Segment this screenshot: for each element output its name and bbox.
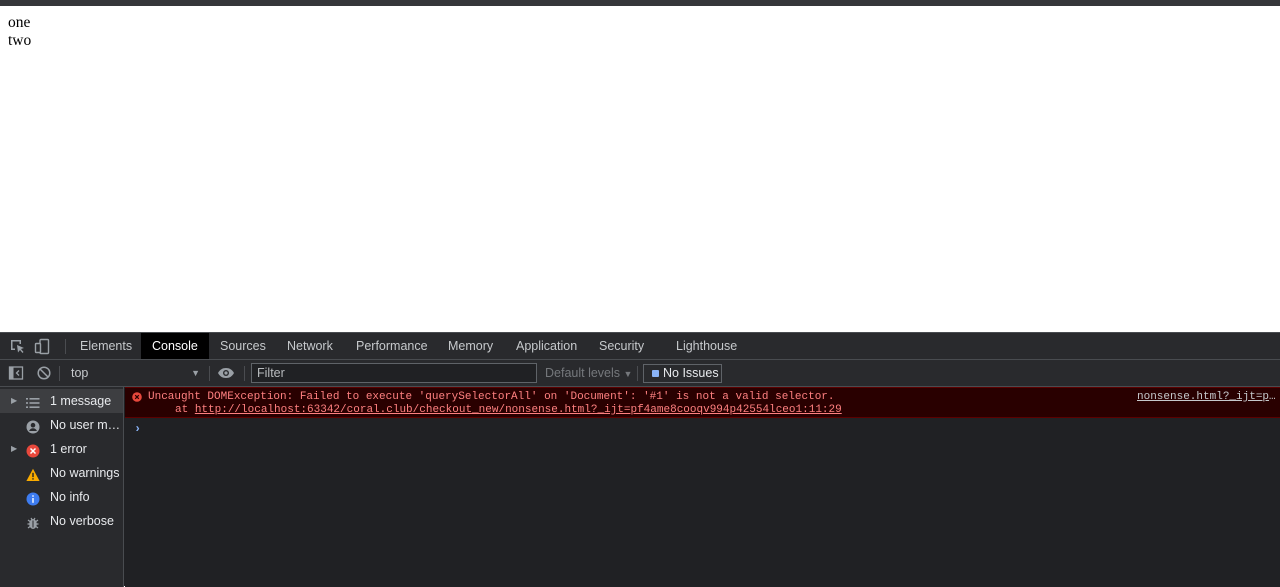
console-messages: Uncaught DOMException: Failed to execute…	[125, 387, 1280, 587]
context-selector[interactable]: top ▼	[64, 364, 206, 382]
issues-button[interactable]: No Issues	[643, 364, 722, 383]
error-icon	[132, 392, 142, 402]
tab-console[interactable]: Console	[141, 333, 209, 359]
page-line-one: one	[8, 14, 31, 31]
sidebar-item-label: 1 message	[50, 394, 112, 408]
sidebar-item-info[interactable]: No info	[0, 485, 123, 509]
tab-security[interactable]: Security	[588, 333, 655, 359]
sidebar-item-label: No info	[50, 490, 90, 504]
chevron-down-icon: ▼	[623, 369, 633, 379]
sidebar-item-messages[interactable]: ▶ 1 message	[0, 389, 123, 413]
toolbar-separator	[244, 366, 245, 381]
sidebar-item-user-messages[interactable]: No user me…	[0, 413, 123, 437]
issues-flag-icon	[652, 370, 659, 377]
toolbar-separator	[209, 366, 210, 381]
toolbar-separator	[59, 366, 60, 381]
info-icon	[26, 490, 40, 506]
expand-triangle-icon[interactable]: ▶	[11, 389, 17, 413]
error-icon	[26, 442, 40, 458]
sidebar-toggle-icon[interactable]	[8, 365, 24, 381]
devtools-panel: Elements Console Sources Network Perform…	[0, 332, 1280, 587]
page-content: one two	[8, 14, 31, 50]
browser-top-bar	[0, 0, 1280, 6]
sidebar-item-errors[interactable]: ▶ 1 error	[0, 437, 123, 461]
list-icon	[26, 394, 40, 408]
console-toolbar: top ▼ Default levels ▼ No Issues	[0, 360, 1280, 387]
device-toolbar-icon[interactable]	[34, 338, 51, 355]
eye-icon[interactable]	[217, 366, 234, 382]
filter-input[interactable]	[251, 363, 537, 383]
toolbar-separator	[637, 366, 638, 381]
bug-icon	[26, 514, 40, 529]
stack-at-prefix: at	[175, 404, 189, 416]
error-text: Uncaught DOMException: Failed to execute…	[148, 391, 835, 403]
tab-lighthouse[interactable]: Lighthouse	[665, 333, 748, 359]
stack-url-link[interactable]: http://localhost:63342/coral.club/checko…	[195, 404, 842, 416]
sidebar-item-label: No verbose	[50, 514, 114, 528]
page-line-two: two	[8, 32, 32, 49]
log-levels-label: Default levels	[545, 366, 621, 380]
inspect-element-icon[interactable]	[9, 338, 26, 355]
user-icon	[26, 418, 40, 434]
tab-memory[interactable]: Memory	[437, 333, 504, 359]
sidebar-item-label: No user me…	[50, 418, 123, 432]
error-source-link[interactable]: nonsense.html?_ijt=p…c	[1137, 391, 1280, 404]
devtools-tab-bar: Elements Console Sources Network Perform…	[0, 333, 1280, 360]
tab-network[interactable]: Network	[276, 333, 344, 359]
tab-application[interactable]: Application	[505, 333, 588, 359]
tab-performance[interactable]: Performance	[345, 333, 439, 359]
issues-label: No Issues	[663, 366, 719, 380]
context-value: top	[71, 366, 89, 380]
expand-triangle-icon[interactable]: ▶	[11, 437, 17, 461]
sidebar-item-warnings[interactable]: No warnings	[0, 461, 123, 485]
console-prompt-icon: ›	[134, 422, 142, 436]
error-stack-line: at http://localhost:63342/coral.club/che…	[148, 404, 842, 417]
console-input[interactable]	[147, 420, 1271, 440]
tab-sources[interactable]: Sources	[209, 333, 277, 359]
log-levels-dropdown[interactable]: Default levels ▼	[545, 364, 632, 382]
sidebar-item-label: 1 error	[50, 442, 87, 456]
sidebar-item-label: No warnings	[50, 466, 120, 480]
clear-console-icon[interactable]	[36, 365, 52, 381]
dropdown-arrow-icon: ▼	[191, 368, 200, 378]
console-sidebar: ▶ 1 message No user me… ▶ 1 error No war…	[0, 387, 124, 587]
tab-elements[interactable]: Elements	[69, 333, 143, 359]
console-error-message: Uncaught DOMException: Failed to execute…	[125, 387, 1280, 418]
sidebar-item-verbose[interactable]: No verbose	[0, 509, 123, 533]
toolbar-divider	[65, 339, 66, 354]
warning-icon	[26, 466, 40, 481]
